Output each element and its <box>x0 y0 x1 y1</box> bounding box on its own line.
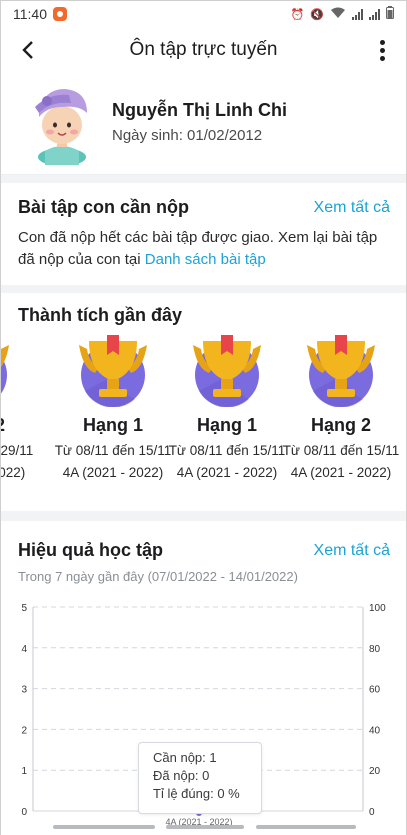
chart-right-tick-label: 80 <box>369 644 381 655</box>
performance-see-all-link[interactable]: Xem tất cả <box>314 542 390 560</box>
student-profile: Nguyễn Thị Linh Chi Ngày sinh: 01/02/201… <box>1 73 406 175</box>
signal-icon <box>352 8 363 20</box>
student-name: Nguyễn Thị Linh Chi <box>112 100 287 120</box>
back-button[interactable] <box>15 37 41 63</box>
chart-tooltip: Cần nộp: 1 Đã nộp: 0 Tỉ lệ đúng: 0 % <box>138 742 262 814</box>
trophy-icon <box>1 345 9 394</box>
chart-left-tick-label: 1 <box>21 766 27 777</box>
more-options-button[interactable] <box>372 37 392 63</box>
chart-left-tick-label: 0 <box>21 807 27 818</box>
achievement-period: Từ 08/11 đến 15/11 <box>282 443 400 458</box>
achievement-period: Từ 08/11 đến 15/11 <box>54 443 172 458</box>
homework-message: Con đã nộp hết các bài tập được giao. Xe… <box>18 227 398 271</box>
chart-left-tick-label: 2 <box>21 725 27 736</box>
battery-icon <box>386 6 394 22</box>
achievement-period: Từ 08/11 đến 15/11 <box>168 443 286 458</box>
more-dot-icon <box>379 55 385 61</box>
page-title: Ôn tập trực tuyến <box>129 39 278 60</box>
avatar <box>35 89 87 165</box>
mute-icon: 🔇 <box>310 8 324 21</box>
homework-title: Bài tập con cần nộp <box>18 197 190 217</box>
wifi-icon <box>330 7 346 22</box>
nav-recents-handle[interactable] <box>53 825 155 829</box>
chart-right-tick-label: 100 <box>369 603 386 614</box>
trophy-icon <box>79 335 147 407</box>
tooltip-submitted: Đã nộp: 0 <box>153 768 210 783</box>
tooltip-submit-required: Cần nộp: 1 <box>153 750 217 765</box>
achievement-class: 4A (2021 - 2022) <box>1 465 26 480</box>
chart-right-tick-label: 0 <box>369 807 375 818</box>
chart-right-tick-label: 20 <box>369 766 381 777</box>
alarm-icon: ⏰ <box>290 8 305 21</box>
achievement-period: Từ 22/11 đến 29/11 <box>1 443 34 458</box>
chart-left-tick-label: 4 <box>21 644 27 655</box>
chart-left-tick-label: 3 <box>21 685 27 696</box>
chart-right-tick-label: 60 <box>369 685 381 696</box>
performance-title: Hiệu quả học tập <box>18 540 164 560</box>
achievement-rank: Hạng 1 <box>82 415 143 435</box>
achievement-class: 4A (2021 - 2022) <box>290 465 392 480</box>
signal-2-icon <box>369 8 380 20</box>
chart-left-tick-label: 5 <box>21 603 27 614</box>
tooltip-correct-rate: Tỉ lệ đúng: 0 % <box>153 786 240 801</box>
trophy-icon <box>307 335 375 407</box>
achievements-card: Thành tích gần đây Hạng 2 Từ 22/11 đến 2… <box>1 293 406 511</box>
achievement-rank: Hạng 2 <box>1 415 31 436</box>
chart-right-tick-label: 40 <box>369 725 381 736</box>
assignment-list-link[interactable]: Danh sách bài tập <box>145 251 266 268</box>
achievement-class: 4A (2021 - 2022) <box>176 465 278 480</box>
app-notification-icon <box>53 7 67 21</box>
performance-card: Hiệu quả học tập Xem tất cả Trong 7 ngày… <box>1 521 406 835</box>
nav-back-handle[interactable] <box>256 825 356 829</box>
homework-card: Bài tập con cần nộp Xem tất cả Con đã nộ… <box>1 183 406 285</box>
achievement-rank: Hạng 1 <box>196 415 257 435</box>
status-icons: ⏰ 🔇 <box>291 6 394 22</box>
homework-see-all-link[interactable]: Xem tất cả <box>314 199 390 217</box>
more-dot-icon <box>379 47 385 53</box>
student-dob: Ngày sinh: 01/02/2012 <box>112 127 263 144</box>
app-bar: Ôn tập trực tuyến <box>1 27 406 73</box>
achievements-title: Thành tích gần đây <box>18 305 183 325</box>
status-time: 11:40 <box>13 6 47 22</box>
more-dot-icon <box>379 39 385 45</box>
trophy-icon <box>193 335 261 407</box>
gesture-navigation-bar <box>1 819 406 835</box>
achievement-class: 4A (2021 - 2022) <box>62 465 164 480</box>
back-arrow-icon <box>22 41 33 59</box>
nav-home-handle[interactable] <box>166 825 244 829</box>
performance-date-range: Trong 7 ngày gần đây (07/01/2022 - 14/01… <box>18 569 298 584</box>
achievement-rank: Hạng 2 <box>310 415 371 435</box>
status-bar: 11:40 ⏰ 🔇 <box>1 1 406 27</box>
